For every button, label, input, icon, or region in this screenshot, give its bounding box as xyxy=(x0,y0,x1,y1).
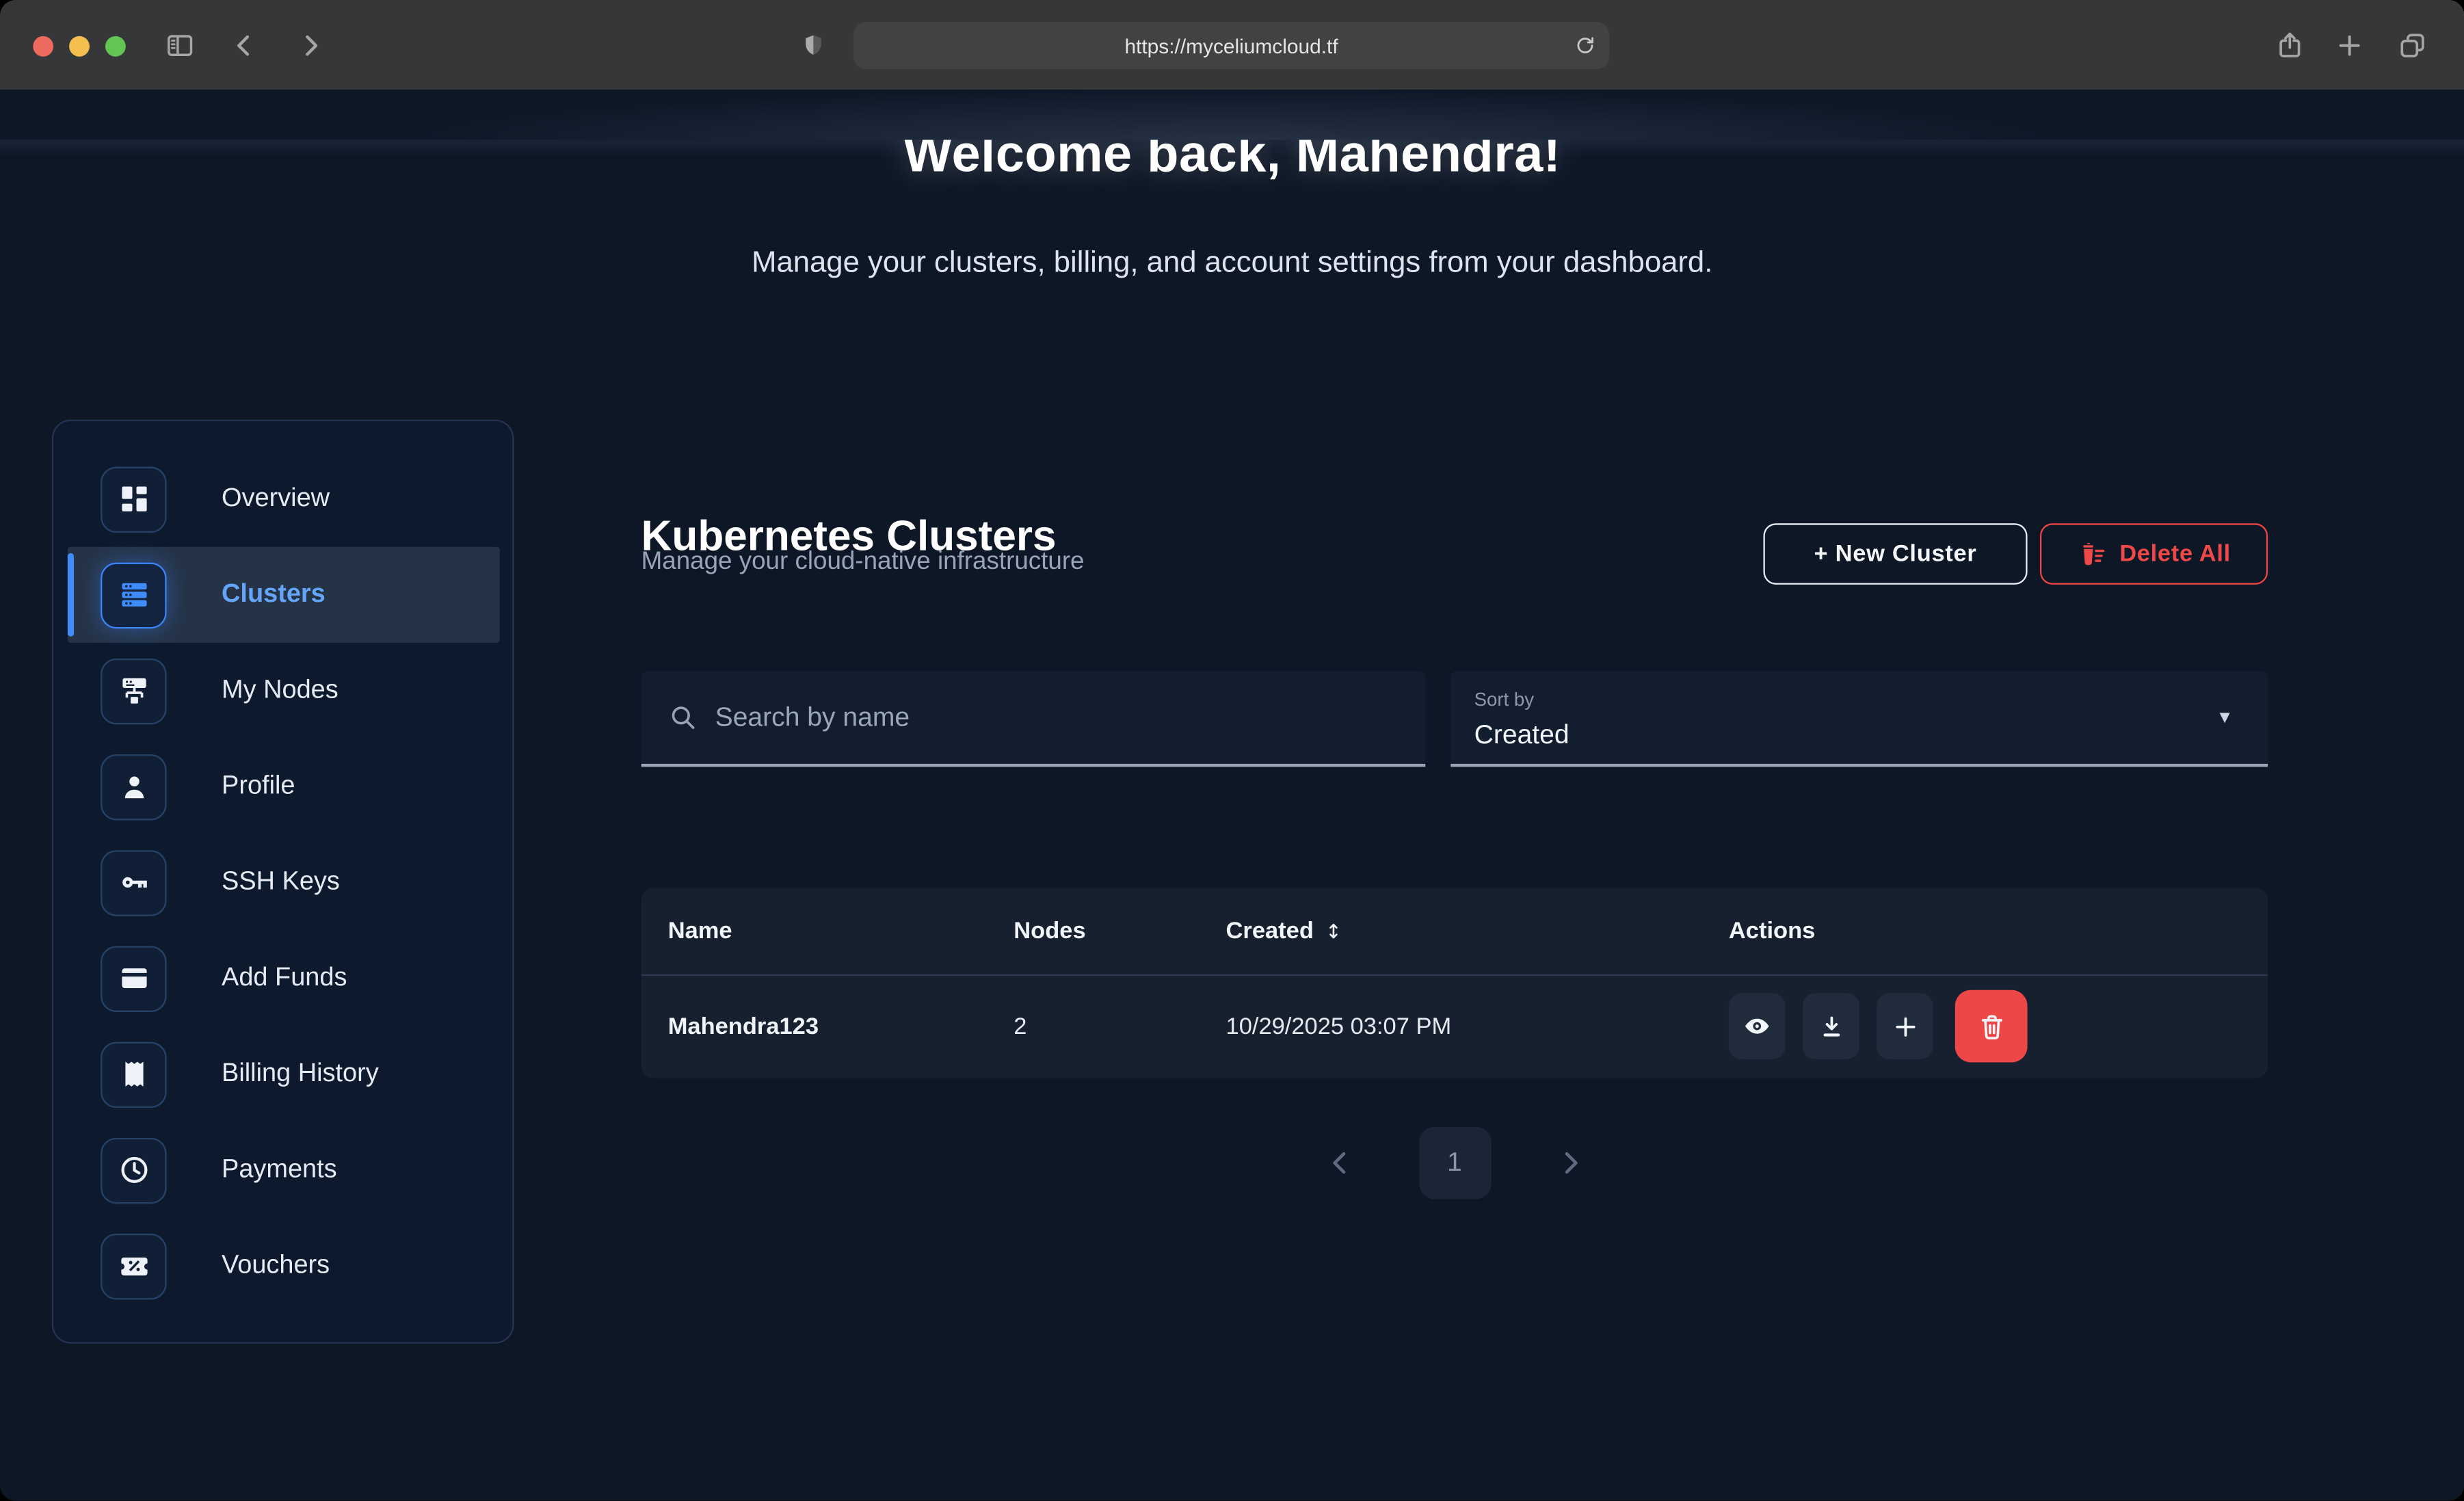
sort-updown-icon xyxy=(1323,921,1344,942)
refresh-icon[interactable] xyxy=(1573,34,1596,57)
sidebar-item-label: Profile xyxy=(222,771,295,801)
sidebar-item-ssh-keys[interactable]: SSH Keys xyxy=(53,834,512,930)
sidebar-item-label: Add Funds xyxy=(222,964,347,994)
sidebar-item-label: Overview xyxy=(222,484,330,514)
person-icon xyxy=(117,770,150,803)
next-page-button[interactable] xyxy=(1554,1147,1585,1179)
sidebar-item-label: SSH Keys xyxy=(222,868,340,898)
sidebar-item-label: Payments xyxy=(222,1155,337,1185)
plus-icon xyxy=(1892,1013,1918,1039)
sidebar-item-profile[interactable]: Profile xyxy=(53,739,512,834)
clock-icon xyxy=(117,1154,150,1186)
column-header-name: Name xyxy=(668,918,1014,944)
sidebar-toggle-icon[interactable] xyxy=(165,30,195,60)
delete-sweep-icon xyxy=(2077,539,2107,569)
sidebar-item-label: Billing History xyxy=(222,1059,379,1089)
sidebar-item-label: Vouchers xyxy=(222,1251,330,1281)
add-node-button[interactable] xyxy=(1877,993,1933,1059)
privacy-shield-icon[interactable] xyxy=(800,30,827,60)
sidebar-item-icon-tile xyxy=(101,754,167,820)
forward-icon[interactable] xyxy=(295,30,326,60)
table-body: Mahendra123 2 10/29/2025 03:07 PM xyxy=(641,976,2268,1076)
sidebar-item-label: My Nodes xyxy=(222,676,339,706)
new-cluster-button[interactable]: + New Cluster xyxy=(1763,523,2027,585)
new-tab-icon[interactable] xyxy=(2335,31,2363,59)
receipt-icon xyxy=(117,1058,150,1091)
section-subtitle: Manage your cloud-native infrastructure xyxy=(641,548,1085,576)
sidebar-item-add-funds[interactable]: Add Funds xyxy=(53,930,512,1026)
node-tree-icon xyxy=(117,674,150,707)
sidebar: Overview Clusters My Nodes Profile xyxy=(52,420,514,1344)
clusters-table: Name Nodes Created Actions Mahendra123 2… xyxy=(641,888,2268,1078)
minimize-window-button[interactable] xyxy=(69,36,90,56)
column-header-nodes: Nodes xyxy=(1014,918,1226,944)
sidebar-item-icon-tile xyxy=(101,658,167,724)
page-subtitle: Manage your clusters, billing, and accou… xyxy=(0,247,2464,282)
cluster-created-cell: 10/29/2025 03:07 PM xyxy=(1226,1013,1729,1039)
sort-select[interactable]: Sort by Created ▼ xyxy=(1450,671,2268,767)
screen: https://myceliumcloud.tf Welcome back, M… xyxy=(0,0,2464,1501)
sidebar-item-icon-tile xyxy=(101,1233,167,1299)
tab-overview-icon[interactable] xyxy=(2397,29,2428,61)
zoom-window-button[interactable] xyxy=(105,36,126,56)
sort-value: Created xyxy=(1474,720,1569,752)
cluster-nodes-cell: 2 xyxy=(1014,1013,1226,1039)
pagination: 1 xyxy=(641,1127,2268,1199)
sidebar-item-my-nodes[interactable]: My Nodes xyxy=(53,643,512,739)
chevron-right-icon xyxy=(1554,1147,1585,1179)
cluster-name-cell: Mahendra123 xyxy=(668,1013,1014,1039)
sort-label: Sort by xyxy=(1474,689,1534,710)
view-cluster-button[interactable] xyxy=(1729,993,1786,1059)
ticket-icon xyxy=(117,1249,150,1282)
share-icon[interactable] xyxy=(2274,29,2305,61)
page-number-button[interactable]: 1 xyxy=(1418,1127,1491,1199)
download-icon xyxy=(1818,1013,1844,1039)
sidebar-item-icon-tile xyxy=(101,1041,167,1107)
hero-heading-clip: Welcome back, Mahendra! xyxy=(0,140,2464,203)
sidebar-item-icon-tile xyxy=(101,945,167,1011)
sidebar-item-icon-tile xyxy=(101,849,167,916)
sidebar-item-icon-tile xyxy=(101,466,167,532)
page-title: Welcome back, Mahendra! xyxy=(0,140,2464,179)
sidebar-item-clusters[interactable]: Clusters xyxy=(68,547,500,643)
sidebar-item-overview[interactable]: Overview xyxy=(53,451,512,547)
url-text: https://myceliumcloud.tf xyxy=(1124,34,1338,57)
sidebar-item-vouchers[interactable]: Vouchers xyxy=(53,1218,512,1314)
grid-icon xyxy=(117,483,150,516)
servers-icon xyxy=(117,579,150,611)
eye-icon xyxy=(1743,1012,1771,1040)
credit-card-icon xyxy=(117,961,150,994)
previous-page-button[interactable] xyxy=(1324,1147,1355,1179)
chevron-down-icon: ▼ xyxy=(2216,708,2234,728)
download-kubeconfig-button[interactable] xyxy=(1803,993,1859,1059)
browser-toolbar: https://myceliumcloud.tf xyxy=(0,0,2464,91)
delete-all-button[interactable]: Delete All xyxy=(2040,523,2268,585)
browser-window: https://myceliumcloud.tf Welcome back, M… xyxy=(0,0,2464,1501)
back-icon[interactable] xyxy=(230,30,260,60)
hero-glow xyxy=(0,90,2464,140)
sidebar-item-label: Clusters xyxy=(222,580,326,610)
sidebar-item-billing-history[interactable]: Billing History xyxy=(53,1026,512,1122)
page-content: Welcome back, Mahendra! Manage your clus… xyxy=(0,90,2464,1501)
sidebar-item-payments[interactable]: Payments xyxy=(53,1122,512,1218)
sidebar-item-icon-tile xyxy=(101,562,167,628)
search-icon xyxy=(668,702,698,732)
close-window-button[interactable] xyxy=(33,36,53,56)
delete-cluster-button[interactable] xyxy=(1955,990,2028,1063)
trash-icon xyxy=(1976,1011,2006,1041)
sidebar-item-icon-tile xyxy=(101,1137,167,1204)
address-bar[interactable]: https://myceliumcloud.tf xyxy=(853,22,1609,69)
search-placeholder: Search by name xyxy=(715,702,910,733)
row-actions xyxy=(1729,990,2268,1063)
key-icon xyxy=(117,866,150,899)
column-header-created[interactable]: Created xyxy=(1226,918,1729,944)
table-header-row: Name Nodes Created Actions xyxy=(641,888,2268,976)
search-input[interactable]: Search by name xyxy=(641,671,1426,767)
chevron-left-icon xyxy=(1324,1147,1355,1179)
column-header-actions: Actions xyxy=(1729,918,2268,944)
table-row: Mahendra123 2 10/29/2025 03:07 PM xyxy=(641,976,2268,1076)
